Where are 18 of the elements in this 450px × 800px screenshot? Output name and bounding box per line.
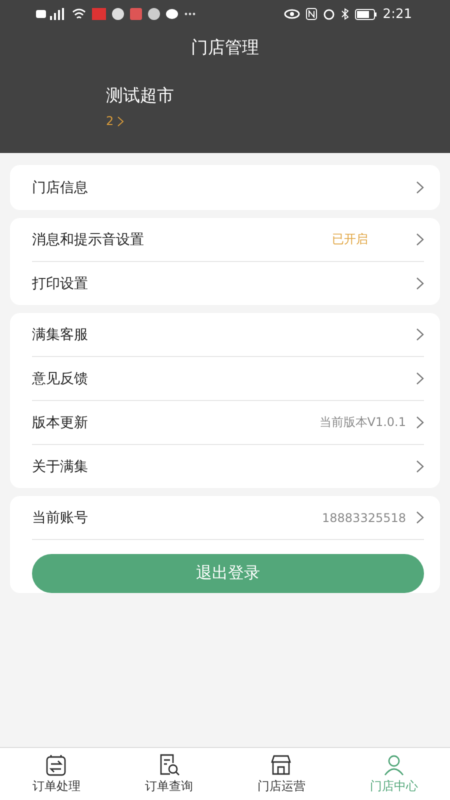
nav-tab[interactable]: 订单查询 bbox=[112, 748, 225, 800]
nav-tab[interactable]: 订单处理 bbox=[0, 748, 112, 800]
settings-item[interactable]: 版本更新 bbox=[32, 414, 320, 432]
settings-item[interactable]: 当前账号 bbox=[32, 508, 322, 526]
setting-value: 当前版本V1.0.1 bbox=[319, 414, 406, 431]
setting-value: 18883325518 bbox=[322, 510, 406, 524]
status-time: 2:21 bbox=[382, 6, 412, 22]
store-count-link[interactable]: 2 bbox=[106, 114, 124, 128]
settings-item[interactable]: 意见反馈 bbox=[32, 370, 416, 388]
settings-item[interactable]: 门店信息 bbox=[32, 178, 416, 196]
settings-item[interactable]: 满集客服 bbox=[32, 326, 416, 344]
setting-value: 已开启 bbox=[331, 231, 369, 248]
store-name: 测试超市 bbox=[106, 85, 175, 108]
settings-item[interactable]: 关于满集 bbox=[32, 458, 416, 476]
settings-item[interactable]: 打印设置 bbox=[32, 274, 416, 292]
settings-item[interactable]: 消息和提示音设置 bbox=[32, 230, 296, 248]
nav-tab[interactable]: 门店运营 bbox=[225, 748, 338, 800]
page-title: 门店管理 bbox=[190, 37, 260, 60]
